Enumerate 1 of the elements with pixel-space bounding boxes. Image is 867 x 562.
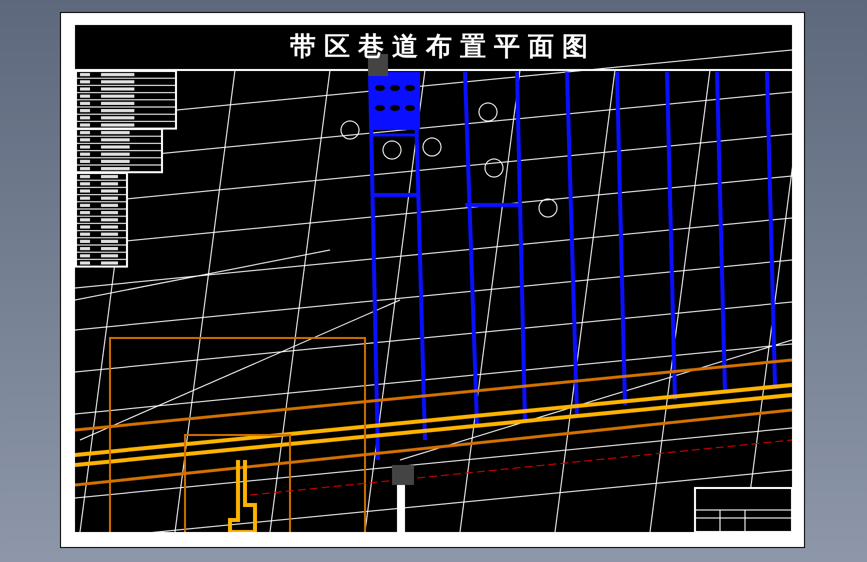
drawing-title: 带区巷道布置平面图 bbox=[290, 31, 596, 63]
